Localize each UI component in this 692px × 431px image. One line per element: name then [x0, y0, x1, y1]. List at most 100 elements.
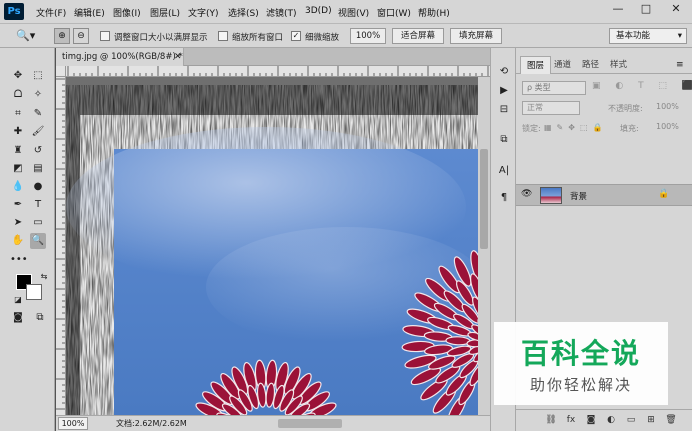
tab-layers[interactable]: 图层 — [520, 56, 552, 74]
character-panel-icon[interactable]: A| — [496, 163, 512, 179]
new-layer-icon[interactable]: ⊞ — [644, 415, 658, 425]
workspace-select[interactable]: 基本功能 ▾ — [609, 28, 687, 44]
horizontal-scrollbar-thumb[interactable] — [278, 419, 342, 428]
tools-panel: ✥ ⬚ ᗝ ✧ ⌗ ✎ ✚ 🖌 ♜ ↺ ◩ ▤ 💧 ● ✒ T ➤ ▭ ✋ 🔍 … — [0, 48, 55, 431]
zoom-percent-button[interactable]: 100% — [350, 28, 386, 44]
document-tab[interactable]: timg.jpg @ 100%(RGB/8#) * ✕ — [56, 48, 184, 66]
menu-3d[interactable]: 3D(D) — [305, 6, 332, 16]
status-bar: 100% 文档:2.62M/2.62M — [56, 415, 490, 431]
dodge-tool-icon[interactable]: ● — [30, 179, 46, 195]
tab-channels[interactable]: 通道 — [548, 56, 577, 74]
magic-wand-tool-icon[interactable]: ✧ — [30, 87, 46, 103]
paragraph-panel-icon[interactable]: ¶ — [496, 190, 512, 206]
fit-screen-button[interactable]: 适合屏幕 — [392, 28, 444, 44]
lock-icon: 🔒 — [658, 189, 670, 199]
lasso-tool-icon[interactable]: ᗝ — [10, 87, 26, 103]
layers-panel-footer: ⛓ fx ◙ ◐ ▭ ⊞ 🗑 — [516, 409, 692, 431]
layer-kind-filter[interactable]: ρ 类型 — [522, 81, 586, 95]
horizontal-ruler[interactable] — [66, 66, 490, 77]
menu-file[interactable]: 文件(F) — [36, 6, 66, 19]
quick-mask-icon[interactable]: ◙ — [10, 310, 26, 326]
brush-tool-icon[interactable]: 🖌 — [30, 124, 46, 140]
lock-label: 锁定: — [522, 124, 541, 133]
lock-options-icons[interactable]: ▦✎✥⬚🔒 — [544, 123, 607, 132]
blur-tool-icon[interactable]: 💧 — [10, 179, 26, 195]
resize-windows-checkbox[interactable] — [100, 31, 110, 41]
menu-image[interactable]: 图像(I) — [113, 6, 141, 19]
eye-icon[interactable]: 👁 — [521, 189, 532, 199]
close-button[interactable]: ✕ — [662, 0, 690, 18]
tab-styles[interactable]: 样式 — [604, 56, 633, 74]
adjustment-layer-icon[interactable]: ◐ — [604, 415, 618, 425]
vertical-scrollbar[interactable] — [478, 77, 490, 415]
clone-stamp-tool-icon[interactable]: ♜ — [10, 143, 26, 159]
document-image[interactable] — [66, 77, 478, 415]
more-tools-icon[interactable]: ••• — [10, 252, 28, 268]
panel-menu-icon[interactable]: ≡ — [676, 60, 684, 70]
healing-brush-tool-icon[interactable]: ✚ — [10, 124, 26, 140]
type-tool-icon[interactable]: T — [30, 197, 46, 213]
restore-button[interactable]: □ — [632, 0, 660, 18]
zoom-tool-icon[interactable]: 🔍 — [30, 233, 46, 249]
zoom-level-field[interactable]: 100% — [58, 417, 88, 430]
scrubby-zoom-label: 细微缩放 — [305, 33, 340, 43]
menu-select[interactable]: 选择(S) — [228, 6, 259, 19]
opacity-input[interactable]: 100% — [656, 101, 688, 115]
tab-paths[interactable]: 路径 — [576, 56, 605, 74]
pen-tool-icon[interactable]: ✒ — [10, 197, 26, 213]
properties-panel-icon[interactable]: ⊟ — [496, 102, 512, 118]
document-tab-title: timg.jpg @ 100%(RGB/8#) * — [62, 52, 183, 62]
menu-help[interactable]: 帮助(H) — [418, 6, 450, 19]
canvas-area[interactable] — [66, 77, 478, 415]
add-mask-icon[interactable]: ◙ — [584, 415, 598, 425]
blend-mode-select[interactable]: 正常 — [522, 101, 580, 115]
menu-layer[interactable]: 图层(L) — [150, 6, 180, 19]
zoom-all-checkbox[interactable] — [218, 31, 228, 41]
gradient-tool-icon[interactable]: ▤ — [30, 161, 46, 177]
layer-style-icon[interactable]: fx — [564, 415, 578, 425]
shape-tool-icon[interactable]: ▭ — [30, 215, 46, 231]
path-selection-tool-icon[interactable]: ➤ — [10, 215, 26, 231]
crop-tool-icon[interactable]: ⌗ — [10, 106, 26, 122]
trash-icon[interactable]: 🗑 — [664, 415, 678, 425]
zoom-out-icon[interactable]: ⊖ — [73, 28, 89, 44]
zoom-in-icon[interactable]: ⊕ — [54, 28, 70, 44]
clone-source-panel-icon[interactable]: ⧉ — [496, 132, 512, 148]
layer-item-background[interactable]: 👁 背景 🔒 — [516, 184, 692, 206]
resize-windows-label: 调整窗口大小以满屏显示 — [114, 33, 208, 43]
actions-panel-icon[interactable]: ▶ — [496, 83, 512, 99]
default-colors-icon[interactable]: ◪ — [10, 292, 26, 308]
vertical-ruler[interactable] — [56, 77, 66, 415]
zoom-tool-preset-icon[interactable]: 🔍▾ — [16, 28, 44, 44]
history-panel-icon[interactable]: ⟲ — [496, 64, 512, 80]
eyedropper-tool-icon[interactable]: ✎ — [30, 106, 46, 122]
hand-tool-icon[interactable]: ✋ — [10, 233, 26, 249]
vertical-scrollbar-thumb[interactable] — [480, 149, 488, 249]
menu-edit[interactable]: 编辑(E) — [74, 6, 105, 19]
move-tool-icon[interactable]: ✥ — [10, 68, 26, 84]
ruler-origin[interactable] — [56, 66, 66, 77]
swap-colors-icon[interactable]: ⇆ — [36, 269, 52, 285]
marquee-tool-icon[interactable]: ⬚ — [30, 68, 46, 84]
background-color-swatch[interactable] — [26, 284, 42, 300]
layer-name: 背景 — [570, 192, 588, 202]
history-brush-tool-icon[interactable]: ↺ — [30, 143, 46, 159]
options-bar: 🔍▾ ⊕ ⊖ 调整窗口大小以满屏显示 缩放所有窗口 ✓ 细微缩放 100% 适合… — [0, 24, 692, 48]
close-tab-icon[interactable]: ✕ — [174, 48, 182, 66]
fill-screen-button[interactable]: 填充屏幕 — [450, 28, 502, 44]
eraser-tool-icon[interactable]: ◩ — [10, 161, 26, 177]
vertical-ruler-ticks — [56, 78, 65, 410]
minimize-button[interactable]: — — [604, 0, 632, 18]
panel-tabs: 图层 通道 路径 样式 ≡ — [516, 56, 692, 74]
menu-window[interactable]: 窗口(W) — [377, 6, 411, 19]
layer-filter-icons[interactable]: ▣ ◐ T ⬚ ⬛ — [592, 81, 692, 91]
menu-view[interactable]: 视图(V) — [338, 6, 369, 19]
new-group-icon[interactable]: ▭ — [624, 415, 638, 425]
screen-mode-icon[interactable]: ⧉ — [32, 310, 48, 326]
menu-type[interactable]: 文字(Y) — [188, 6, 219, 19]
menu-filter[interactable]: 滤镜(T) — [266, 6, 297, 19]
document-size[interactable]: 文档:2.62M/2.62M — [116, 416, 187, 431]
scrubby-zoom-checkbox[interactable]: ✓ — [291, 31, 301, 41]
link-layers-icon[interactable]: ⛓ — [544, 415, 558, 425]
fill-input[interactable]: 100% — [656, 121, 688, 135]
